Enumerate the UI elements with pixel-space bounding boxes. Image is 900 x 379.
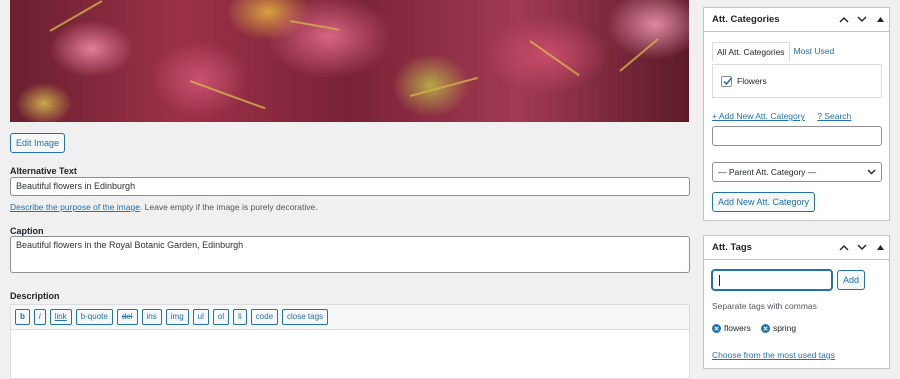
toggle-panel-icon[interactable] [871,17,889,22]
chevron-down-icon[interactable] [853,244,871,251]
blockquote-button[interactable]: b-quote [75,309,113,325]
chevron-up-icon[interactable] [835,16,853,23]
description-editor: b i link b-quote del ins img ul ol li co… [10,304,690,379]
search-category-link[interactable]: ? Search [817,111,851,121]
del-button[interactable]: del [116,309,138,325]
new-tag-input[interactable] [712,270,832,290]
tags-panel-title: Att. Tags [712,242,752,253]
category-checkbox-flowers[interactable] [721,75,733,87]
attachment-image [10,0,689,122]
categories-panel-title: Att. Categories [712,14,780,25]
ins-button[interactable]: ins [141,309,162,325]
tab-most-used[interactable]: Most Used [790,42,839,62]
alt-text-help-text: . Leave empty if the image is purely dec… [139,202,318,212]
remove-tag-icon[interactable] [760,323,770,333]
close-tags-button[interactable]: close tags [282,309,329,325]
tag-label: spring [772,323,797,333]
alt-text-help-link[interactable]: Describe the purpose of the image [10,202,140,212]
chevron-up-icon[interactable] [835,244,853,251]
quicktags-toolbar: b i link b-quote del ins img ul ol li co… [11,305,689,330]
ul-button[interactable]: ul [192,309,209,325]
alt-text-label: Alternative Text [10,166,77,176]
italic-button[interactable]: i [33,309,46,325]
link-button[interactable]: link [49,309,72,325]
tag-label: flowers [724,323,751,333]
add-tag-button[interactable]: Add [837,270,865,290]
alt-text-help: Describe the purpose of the image. Leave… [10,202,318,212]
img-button[interactable]: img [165,309,189,325]
tags-panel-header: Att. Tags [704,236,889,260]
description-textarea[interactable] [11,330,689,378]
caption-label: Caption [10,226,44,236]
parent-category-select[interactable]: — Parent Att. Category — [712,162,882,182]
tags-panel: Att. Tags Add Separate tags with commas … [703,235,890,369]
tags-hint: Separate tags with commas [712,301,817,311]
chevron-down-icon[interactable] [853,16,871,23]
new-category-input[interactable] [712,126,882,146]
code-button[interactable]: code [250,309,279,325]
chevron-down-icon [867,169,876,175]
most-used-tags-link[interactable]: Choose from the most used tags [712,350,835,360]
category-tabs: All Att. Categories Most Used [712,42,838,62]
edit-image-button[interactable]: Edit Image [10,133,65,153]
checkmark-icon [723,76,733,85]
ol-button[interactable]: ol [212,309,230,325]
category-links: + Add New Att. Category ? Search [712,111,861,121]
category-label-flowers: Flowers [737,76,767,86]
tab-all-categories[interactable]: All Att. Categories [712,42,790,62]
tag-item: spring [760,323,797,333]
categories-panel: Att. Categories All Att. Categories Most… [703,7,890,221]
description-label: Description [10,291,60,301]
tag-list: flowers spring [712,323,796,333]
li-button[interactable]: li [233,309,247,325]
parent-category-selected: — Parent Att. Category — [718,167,817,177]
add-new-category-button[interactable]: Add New Att. Category [712,192,815,212]
remove-tag-icon[interactable] [712,323,721,333]
caption-textarea[interactable]: Beautiful flowers in the Royal Botanic G… [10,236,690,273]
bold-button[interactable]: b [15,309,30,325]
toggle-panel-icon[interactable] [871,245,889,250]
alt-text-input[interactable]: Beautiful flowers in Edinburgh [10,177,690,196]
add-new-category-link[interactable]: + Add New Att. Category [712,111,805,121]
category-list: Flowers [712,64,882,98]
tag-item: flowers [712,323,751,333]
categories-panel-header: Att. Categories [704,8,889,32]
